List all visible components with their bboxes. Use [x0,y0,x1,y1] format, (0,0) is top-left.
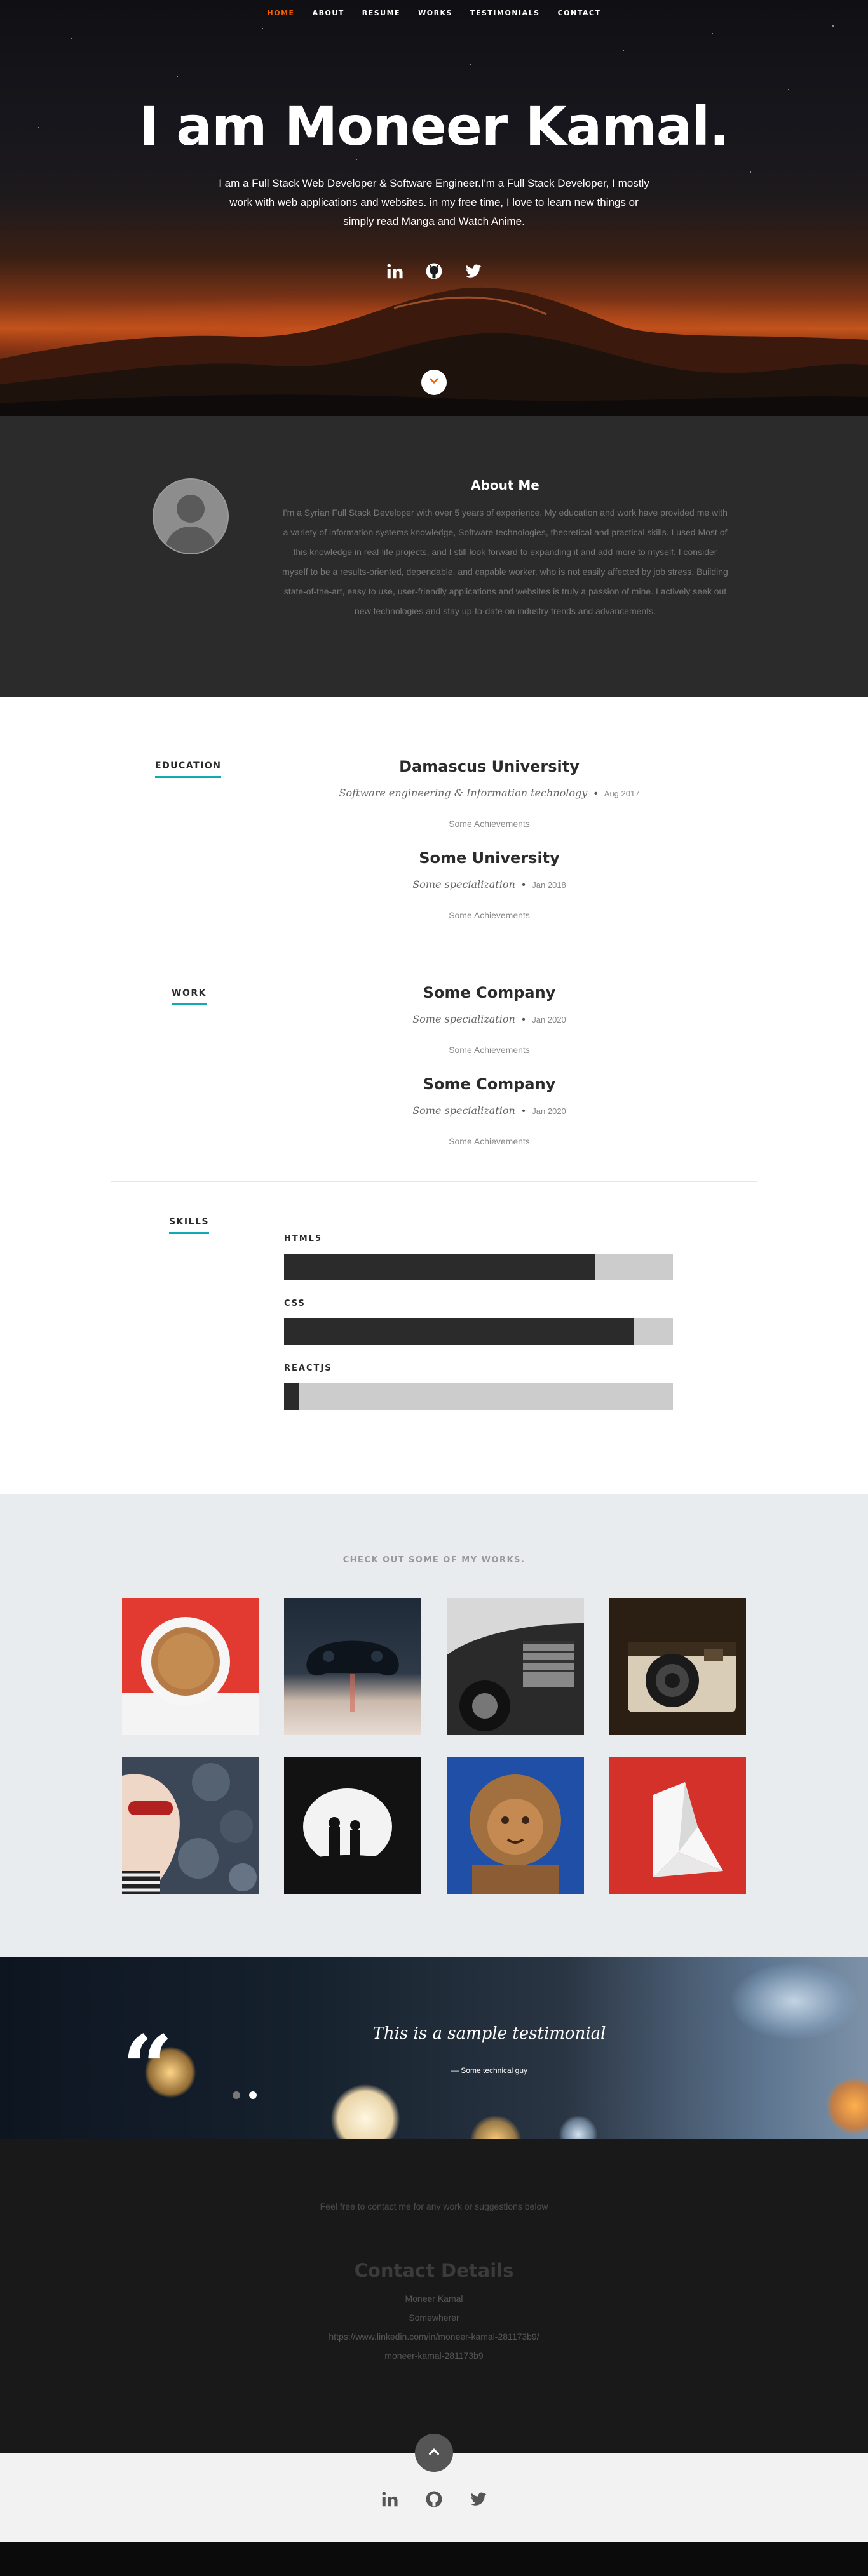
linkedin-icon[interactable] [385,262,404,281]
entry-achievements: Some Achievements [449,1045,530,1055]
entry-specialization: Software engineering & Information techn… [339,787,588,799]
main-nav: HOME ABOUT RESUME WORKS TESTIMONIALS CON… [0,9,868,17]
github-icon[interactable] [424,262,444,281]
entry-meta: Some specialization • Jan 2020 [412,1013,566,1025]
work-entry: Some Company Some specialization • Jan 2… [280,984,699,1055]
entry-title: Damascus University [399,758,580,775]
resume-section: EDUCATION Damascus University Software e… [0,697,868,1494]
contact-title: Contact Details [354,2260,514,2281]
camera-image[interactable] [609,1598,746,1735]
footer [0,2434,868,2542]
user-silhouette-icon [164,495,217,553]
footer-social-links [0,2490,868,2509]
coffee-cup-image[interactable] [122,1598,259,1735]
entry-achievements: Some Achievements [449,1136,530,1146]
about-text: I'm a Syrian Full Stack Developer with o… [282,507,728,616]
testimonial-quote: This is a sample testimonial [372,2024,606,2043]
entry-specialization: Some specialization [412,1104,515,1117]
slider-dot-active[interactable] [249,2091,257,2099]
avatar [153,478,229,554]
skill-bar-fill [284,1383,300,1410]
entry-meta: Some specialization • Jan 2020 [412,1104,566,1117]
twitter-icon[interactable] [464,262,483,281]
testimonial-section: “ This is a sample testimonial — Some te… [0,1957,868,2139]
nav-about[interactable]: ABOUT [313,9,344,17]
skill-bar [284,1383,673,1410]
chevron-up-icon [427,2445,441,2462]
nav-home[interactable]: HOME [268,9,295,17]
nav-works[interactable]: WORKS [418,9,452,17]
work-entry: Some Company Some specialization • Jan 2… [280,1075,699,1146]
origami-image[interactable] [609,1757,746,1894]
entry-date: Jan 2018 [532,880,566,890]
contact-section: Feel free to contact me for any work or … [0,2139,868,2453]
quote-icon: “ [122,2016,173,2121]
scroll-down-button[interactable] [421,370,447,395]
contact-intro: Feel free to contact me for any work or … [320,2201,548,2211]
entry-date: Jan 2020 [532,1015,566,1024]
entry-title: Some Company [423,1075,556,1093]
skill-name: HTML5 [284,1234,323,1244]
linkedin-icon[interactable] [380,2490,399,2509]
entry-specialization: Some specialization [412,878,515,890]
entry-achievements: Some Achievements [449,819,530,829]
slider-dot[interactable] [233,2091,240,2099]
contact-name: Moneer Kamal [405,2293,463,2304]
education-entry: Damascus University Software engineering… [280,758,699,829]
entry-meta: Software engineering & Information techn… [339,787,640,799]
entry-title: Some Company [423,984,556,1002]
lion-statue-image[interactable] [447,1757,584,1894]
github-icon[interactable] [424,2490,444,2509]
contact-handle: moneer-kamal-281173b9 [384,2351,484,2361]
skill-name: REACTJS [284,1364,332,1373]
nav-resume[interactable]: RESUME [362,9,400,17]
back-to-top-button[interactable] [415,2434,453,2472]
vintage-car-image[interactable] [447,1598,584,1735]
skill-bar [284,1254,673,1280]
hero-title: I am Moneer Kamal. [139,95,729,158]
entry-date: Aug 2017 [604,789,640,798]
hero-description: I am a Full Stack Web Developer & Softwa… [219,177,649,227]
skill-bar [284,1318,673,1345]
twitter-icon[interactable] [469,2490,488,2509]
entry-meta: Some specialization • Jan 2018 [412,878,566,890]
portfolio-section: CHECK OUT SOME OF MY WORKS. [0,1494,868,1957]
skill-name: CSS [284,1299,306,1308]
education-label: EDUCATION [155,761,222,778]
entry-title: Some University [419,849,560,867]
entry-specialization: Some specialization [412,1013,515,1025]
contact-location: Somewherer [409,2312,459,2323]
skill-bar-fill [284,1318,634,1345]
work-label: WORK [172,988,207,1005]
about-title: About Me [471,478,539,493]
cave-silhouette-image[interactable] [284,1757,421,1894]
entry-date: Jan 2020 [532,1106,566,1116]
entry-achievements: Some Achievements [449,910,530,920]
portfolio-title: CHECK OUT SOME OF MY WORKS. [342,1555,526,1565]
education-entry: Some University Some specialization • Ja… [280,849,699,920]
chevron-down-icon [428,375,440,390]
nav-testimonials[interactable]: TESTIMONIALS [470,9,540,17]
woman-sunglasses-image[interactable] [122,1757,259,1894]
about-section: About Me I'm a Syrian Full Stack Develop… [0,416,868,697]
section-divider [111,1181,757,1182]
bottom-bar [0,2542,868,2576]
skills-label: SKILLS [169,1217,210,1234]
contact-linkedin-link[interactable]: https://www.linkedin.com/in/moneer-kamal… [0,2331,868,2342]
game-controller-image[interactable] [284,1598,421,1735]
skill-bar-fill [284,1254,595,1280]
nav-contact[interactable]: CONTACT [558,9,601,17]
hero-section: HOME ABOUT RESUME WORKS TESTIMONIALS CON… [0,0,868,416]
slider-dots [233,2091,257,2099]
testimonial-author: — Some technical guy [451,2066,528,2075]
hero-social-links [0,262,868,281]
